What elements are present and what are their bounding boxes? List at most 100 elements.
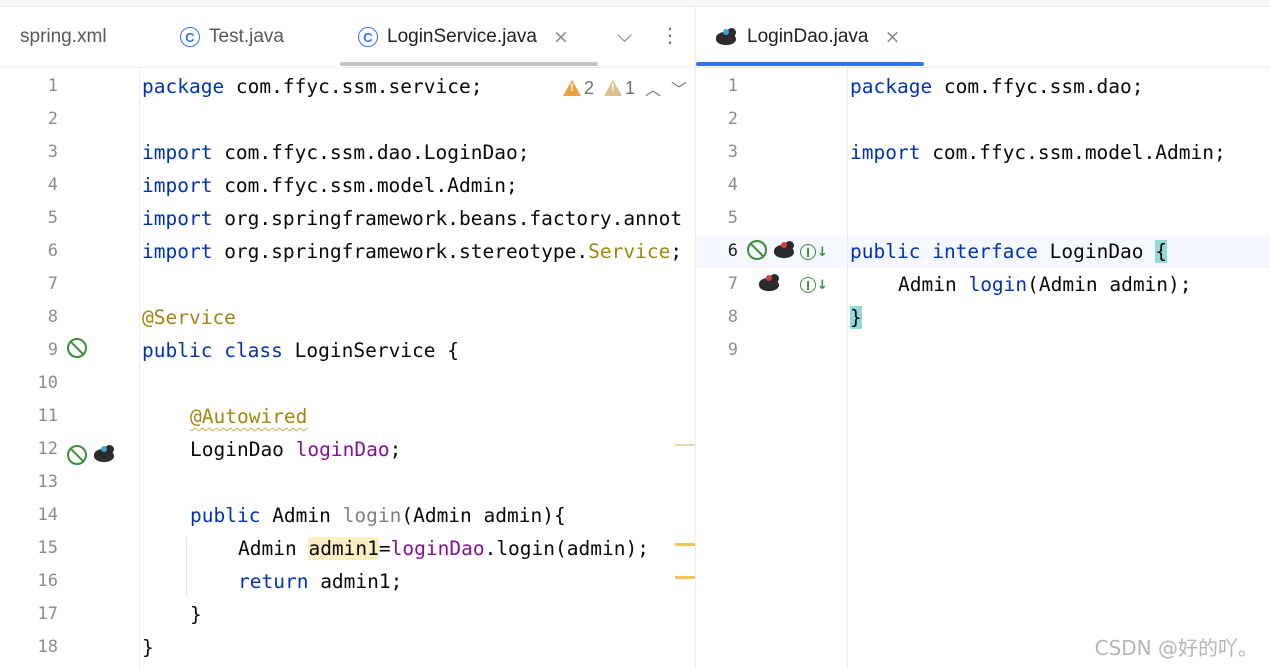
weak-warning-count-label: 1: [624, 77, 635, 98]
more-options-icon[interactable]: ⋮: [660, 23, 680, 47]
class-icon: C: [180, 27, 200, 47]
implementations-gutter-icon[interactable]: I ↓: [800, 240, 828, 264]
code-line-16: return admin1;: [238, 565, 402, 598]
code-line-5: import org.springframework.beans.factory…: [142, 202, 682, 235]
line-number: 16: [37, 571, 58, 591]
implement-letter: I: [800, 277, 817, 293]
close-tab-icon[interactable]: ×: [884, 26, 900, 48]
code-line-14: public Admin login(Admin admin){: [190, 499, 566, 532]
active-tab-indicator: [340, 62, 598, 66]
no-entry-icon: [67, 445, 87, 465]
mybatis-bird-icon: [714, 27, 738, 47]
code-text: admin1;: [308, 570, 403, 593]
tab-label: LoginService.java: [387, 26, 537, 47]
code-text: ;: [389, 438, 402, 461]
code-text: com.ffyc.ssm.model.Admin;: [212, 174, 518, 197]
active-tab-indicator: [696, 62, 924, 66]
field-name: loginDao: [390, 537, 485, 560]
keyword: import: [142, 141, 213, 164]
mybatis-bird-icon: [772, 240, 796, 260]
tab-label: Test.java: [209, 26, 284, 47]
code-text: ;: [670, 240, 683, 263]
line-number: 7: [47, 274, 58, 294]
code-line-17: }: [190, 603, 202, 626]
code-line-3: import com.ffyc.ssm.model.Admin;: [850, 136, 1226, 169]
annotation: @Service: [142, 306, 236, 329]
tab-spring-xml[interactable]: spring.xml: [20, 7, 107, 67]
line-number: 3: [727, 142, 738, 162]
gutter-separator: [847, 68, 848, 669]
next-problem-icon[interactable]: ﹀: [671, 76, 687, 100]
warning-stripe-marker[interactable]: [675, 444, 695, 446]
mybatis-navigate-gutter-icon[interactable]: [772, 238, 796, 262]
weak-warning-count[interactable]: 1: [603, 77, 635, 99]
code-text: LoginDao: [1037, 240, 1156, 263]
line-number: 2: [727, 109, 738, 129]
warning-stripe-marker[interactable]: [675, 543, 695, 546]
code-line-3: import com.ffyc.ssm.dao.LoginDao;: [142, 136, 529, 169]
code-text: LoginDao: [190, 438, 296, 461]
window-top-strip: [0, 0, 1270, 7]
line-number: 6: [727, 241, 738, 261]
spring-gutter-icon[interactable]: [745, 238, 769, 262]
left-code-editor[interactable]: 2 1 ︿ ﹀ 1 2 3 4 5 6 7 8 9 10 11 12 13 14…: [0, 68, 695, 669]
inspection-widget[interactable]: 2 1 ︿ ﹀: [562, 76, 687, 100]
no-entry-icon: [747, 240, 767, 260]
line-number: 17: [37, 604, 58, 624]
right-editor-pane: LoginDao.java × 1 2 3 4 5 6 7 8 9 I ↓ I ↓ …: [696, 7, 1270, 669]
method-name: login: [968, 273, 1028, 296]
code-text: LoginService {: [282, 339, 460, 362]
keyword: public: [190, 504, 261, 527]
line-number: 18: [37, 637, 58, 657]
warning-count-label: 2: [583, 77, 594, 98]
tab-loginservice-java[interactable]: C LoginService.java ×: [358, 7, 569, 67]
line-number: 3: [47, 142, 58, 162]
implemented-icon: I ↓: [800, 277, 828, 293]
line-number: 1: [727, 76, 738, 96]
spring-bean-gutter-icon[interactable]: [65, 336, 89, 360]
warning-stripe-marker[interactable]: [675, 576, 695, 579]
code-line-9: public class LoginService {: [142, 334, 459, 367]
line-number: 9: [47, 340, 58, 360]
line-number: 8: [727, 307, 738, 327]
implement-letter: I: [800, 244, 817, 260]
implemented-icon: I ↓: [800, 244, 828, 260]
right-code-editor[interactable]: 1 2 3 4 5 6 7 8 9 I ↓ I ↓ package com.ffyc…: [696, 68, 1270, 669]
line-number: 4: [727, 175, 738, 195]
previous-problem-icon[interactable]: ︿: [645, 76, 661, 100]
implementations-gutter-icon[interactable]: I ↓: [800, 273, 828, 297]
code-line-18: }: [142, 636, 154, 659]
close-tab-icon[interactable]: ×: [553, 26, 569, 48]
warning-count[interactable]: 2: [562, 77, 594, 99]
right-tab-bar: LoginDao.java ×: [696, 7, 1270, 68]
tab-label: spring.xml: [20, 26, 107, 47]
autowired-gutter-icon[interactable]: [65, 443, 89, 467]
keyword: return: [238, 570, 309, 593]
tab-logindao-java[interactable]: LoginDao.java ×: [714, 7, 900, 67]
warning-icon: [562, 80, 581, 96]
code-text: Admin: [260, 504, 343, 527]
line-number: 13: [37, 472, 58, 492]
mybatis-navigate-gutter-icon[interactable]: [757, 271, 781, 295]
code-line-1: package com.ffyc.ssm.service;: [142, 70, 482, 103]
code-line-11: @Autowired: [190, 400, 307, 433]
code-text: Admin: [238, 537, 309, 560]
mybatis-bird-icon: [757, 273, 781, 293]
csdn-watermark: CSDN @好的吖。: [1094, 636, 1258, 660]
code-line-15: Admin admin1=loginDao.login(admin);: [238, 532, 649, 565]
code-text: (Admin admin);: [1027, 273, 1192, 296]
line-number: 2: [47, 109, 58, 129]
code-text: (Admin admin){: [401, 504, 566, 527]
keyword: package: [850, 75, 933, 98]
code-line-7: Admin login(Admin admin);: [898, 268, 1192, 301]
line-number: 15: [37, 538, 58, 558]
mybatis-navigate-gutter-icon[interactable]: [92, 442, 116, 466]
method-name: login: [342, 504, 402, 527]
tab-list-dropdown-icon[interactable]: ⌵: [617, 23, 632, 47]
keyword: import: [142, 207, 213, 230]
code-line-8: @Service: [142, 301, 236, 334]
tab-test-java[interactable]: C Test.java: [180, 7, 284, 67]
line-number: 14: [37, 505, 58, 525]
code-text: Admin: [898, 273, 969, 296]
tab-label: LoginDao.java: [747, 26, 869, 47]
